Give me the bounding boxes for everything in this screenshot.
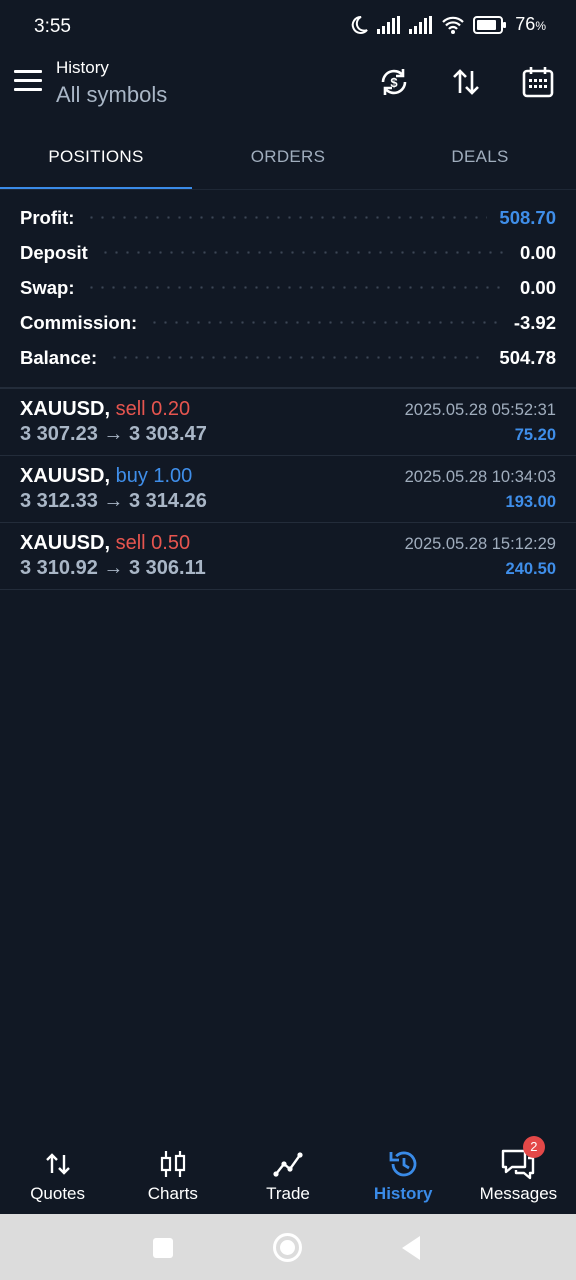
dotted-leader: [86, 216, 488, 219]
back-button[interactable]: [402, 1236, 420, 1260]
dotted-leader: [149, 321, 502, 324]
deal-datetime: 2025.05.28 15:12:29: [404, 535, 556, 553]
candlestick-icon: [115, 1146, 230, 1182]
nav-label: Trade: [266, 1184, 310, 1203]
signal-icon: [377, 15, 401, 34]
page-title: History: [56, 58, 109, 77]
deal-prices: 3 307.23 → 3 303.47: [20, 423, 207, 445]
deal-profit: 75.20: [514, 426, 556, 444]
moon-icon: [352, 15, 369, 34]
summary-label: Deposit: [20, 241, 88, 263]
trade-icon: [230, 1146, 345, 1182]
deal-datetime: 2025.05.28 10:34:03: [404, 468, 556, 486]
summary-label: Commission:: [20, 311, 138, 333]
tab-positions[interactable]: POSITIONS: [0, 130, 192, 190]
symbol-filter[interactable]: All symbols: [56, 82, 167, 108]
summary-value: 0.00: [519, 241, 556, 263]
signal-icon: [409, 15, 433, 34]
home-button[interactable]: [273, 1233, 302, 1262]
deal-prices: 3 312.33 → 3 314.26: [20, 490, 207, 512]
bottom-nav: Quotes Charts Trade History 2 Messages: [0, 1136, 576, 1214]
summary-row-balance: Balance: 504.78: [20, 340, 556, 375]
nav-label: Messages: [479, 1184, 558, 1203]
messages-icon: [461, 1146, 576, 1182]
history-tabs: POSITIONS ORDERS DEALS: [0, 130, 576, 190]
nav-trade[interactable]: Trade: [230, 1136, 345, 1214]
list-item[interactable]: XAUUSD, sell 0.50 3 310.92 → 3 306.11 20…: [0, 523, 576, 589]
summary-label: Swap:: [20, 276, 75, 298]
list-item[interactable]: XAUUSD, buy 1.00 3 312.33 → 3 314.26 202…: [0, 456, 576, 522]
deal-side: buy 1.00: [115, 465, 193, 487]
wifi-icon: [442, 16, 465, 34]
deal-datetime: 2025.05.28 05:52:31: [404, 401, 556, 419]
deal-symbol: XAUUSD, sell 0.20: [20, 398, 191, 420]
deal-side: sell 0.50: [115, 532, 191, 554]
app-bar: History All symbols $: [0, 54, 576, 130]
deal-profit: 240.50: [505, 560, 556, 578]
quotes-icon: [0, 1146, 115, 1182]
history-icon: [346, 1146, 461, 1182]
nav-history[interactable]: History: [346, 1136, 461, 1214]
tab-deals[interactable]: DEALS: [384, 130, 576, 190]
nav-messages[interactable]: 2 Messages: [461, 1136, 576, 1214]
nav-label: History: [373, 1184, 433, 1203]
summary-row-commission: Commission: -3.92: [20, 305, 556, 340]
deal-profit: 193.00: [505, 493, 556, 511]
dotted-leader: [109, 356, 488, 359]
deal-symbol: XAUUSD, sell 0.50: [20, 532, 191, 554]
nav-quotes[interactable]: Quotes: [0, 1136, 115, 1214]
battery-icon: [473, 15, 507, 34]
svg-text:$: $: [390, 75, 398, 90]
summary-value: 0.00: [519, 276, 556, 298]
refresh-currency-icon[interactable]: $: [376, 64, 412, 100]
divider: [0, 589, 576, 590]
summary-value: 508.70: [499, 206, 556, 228]
nav-label: Quotes: [30, 1184, 85, 1203]
summary-value: 504.78: [499, 346, 556, 368]
unread-badge: 2: [522, 1136, 545, 1158]
tabs-divider: [0, 189, 576, 190]
calendar-icon[interactable]: [520, 64, 556, 100]
status-time: 3:55: [34, 16, 71, 37]
deal-symbol: XAUUSD, buy 1.00: [20, 465, 193, 487]
deal-prices: 3 310.92 → 3 306.11: [20, 557, 206, 579]
dotted-leader: [86, 286, 508, 289]
list-item[interactable]: XAUUSD, sell 0.20 3 307.23 → 3 303.47 20…: [0, 389, 576, 455]
summary-label: Balance:: [20, 346, 98, 368]
summary-row-swap: Swap: 0.00: [20, 270, 556, 305]
summary-panel: Profit: 508.70 Deposit 0.00 Swap: 0.00 C…: [20, 200, 556, 375]
battery-percent: 76%: [515, 14, 546, 34]
nav-charts[interactable]: Charts: [115, 1136, 230, 1214]
nav-label: Charts: [147, 1184, 198, 1203]
dotted-leader: [99, 251, 508, 254]
status-bar: 3:55 76%: [0, 0, 576, 54]
summary-label: Profit:: [20, 206, 75, 228]
system-nav-bar: [0, 1214, 576, 1280]
summary-row-profit: Profit: 508.70: [20, 200, 556, 235]
menu-icon[interactable]: [14, 70, 42, 96]
recent-apps-button[interactable]: [153, 1238, 173, 1258]
summary-row-deposit: Deposit 0.00: [20, 235, 556, 270]
deal-side: sell 0.20: [115, 398, 191, 420]
sort-icon[interactable]: [448, 64, 484, 100]
tab-orders[interactable]: ORDERS: [192, 130, 384, 190]
status-icons: 76%: [349, 14, 546, 35]
summary-value: -3.92: [513, 311, 556, 333]
